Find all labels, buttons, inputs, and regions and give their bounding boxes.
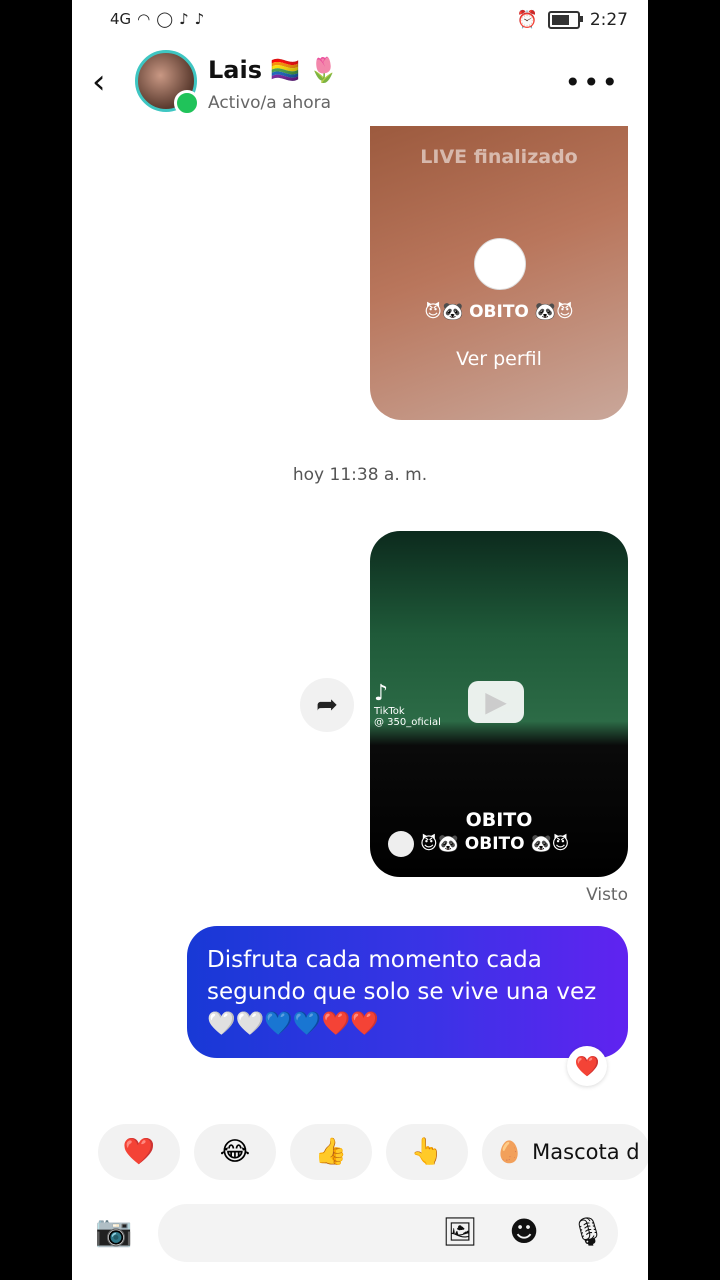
clock: 2:27: [589, 10, 628, 30]
contact-name[interactable]: Lais 🏳️‍🌈 🌷: [208, 56, 338, 84]
live-profile-picture: [474, 238, 526, 290]
camera-icon[interactable]: 📷: [94, 1212, 134, 1252]
tiktok-icon: ♪: [179, 10, 189, 28]
message-input[interactable]: [158, 1204, 618, 1262]
more-options-icon[interactable]: •••: [564, 66, 620, 99]
seen-status: Visto: [586, 885, 628, 905]
quick-reply-laugh[interactable]: 😂: [194, 1124, 276, 1180]
live-ended-card[interactable]: LIVE finalizado 😈🐼 OBITO 🐼😈 Ver perfil: [370, 126, 628, 420]
live-title: LIVE finalizado: [420, 146, 578, 168]
quick-replies: ❤️ 😂 👍 👆 🥚 Mascota d: [98, 1124, 648, 1180]
author-avatar: [388, 831, 414, 857]
quick-reply-pet-label: Mascota d: [532, 1140, 640, 1164]
video-caption: OBITO: [465, 809, 533, 831]
wifi-icon: ◠: [137, 10, 151, 28]
heart-reaction-icon[interactable]: ❤️: [567, 1046, 607, 1086]
message-timestamp: hoy 11:38 a. m.: [292, 465, 428, 485]
egg-icon: 🥚: [496, 1139, 523, 1164]
chat-header: ‹ Lais 🏳️‍🌈 🌷 Activo/a ahora •••: [72, 44, 648, 124]
quick-reply-pet[interactable]: 🥚 Mascota d: [482, 1124, 648, 1180]
microphone-icon[interactable]: 🎙: [568, 1212, 608, 1252]
tiktok-logo-icon: ♪: [374, 681, 389, 706]
battery-icon: [547, 11, 583, 29]
network-icon: 4G: [110, 10, 132, 28]
tiktok-watermark: ♪ TikTok @ 350_oficial: [374, 681, 441, 728]
live-host-name: 😈🐼 OBITO 🐼😈: [424, 302, 574, 322]
quick-reply-point-up[interactable]: 👆: [386, 1124, 468, 1180]
status-right: ⏰ 2:27: [517, 10, 628, 30]
message-composer: 📷 🖼 ☻ 🎙: [72, 1196, 648, 1270]
status-bar: 4G ◠ ◯ ♪ ♪ ⏰ 2:27: [72, 0, 648, 40]
tiktok-label: TikTok: [374, 706, 405, 717]
tiktok-lite-icon: ♪: [194, 10, 205, 28]
tiktok-handle: @ 350_oficial: [374, 717, 441, 728]
play-icon[interactable]: ▶: [468, 681, 524, 723]
view-profile-link[interactable]: Ver perfil: [370, 348, 628, 370]
share-icon[interactable]: ➦: [300, 678, 354, 732]
video-author: 😈🐼 OBITO 🐼😈: [388, 831, 628, 857]
online-indicator: [174, 90, 200, 116]
message-text: Disfruta cada momento cada segundo que s…: [207, 947, 597, 1037]
chat-screen: 4G ◠ ◯ ♪ ♪ ⏰ 2:27 ‹ Lais 🏳️‍🌈 🌷 Activo/a…: [72, 0, 648, 1280]
shared-video-card[interactable]: ♪ TikTok @ 350_oficial ▶ OBITO 😈🐼 OBITO …: [370, 531, 628, 877]
video-author-name: 😈🐼 OBITO 🐼😈: [420, 834, 570, 854]
sent-message-bubble[interactable]: Disfruta cada momento cada segundo que s…: [187, 926, 628, 1058]
alarm-icon: ⏰: [516, 10, 538, 30]
contact-status: Activo/a ahora: [208, 93, 332, 113]
status-icons: 4G ◠ ◯ ♪ ♪: [110, 10, 204, 28]
quick-reply-thumbs-up[interactable]: 👍: [290, 1124, 372, 1180]
quick-reply-heart[interactable]: ❤️: [98, 1124, 180, 1180]
gallery-icon[interactable]: 🖼: [440, 1212, 480, 1252]
back-arrow-icon[interactable]: ‹: [92, 62, 106, 102]
sticker-icon[interactable]: ☻: [504, 1212, 544, 1252]
whatsapp-icon: ◯: [156, 10, 174, 28]
